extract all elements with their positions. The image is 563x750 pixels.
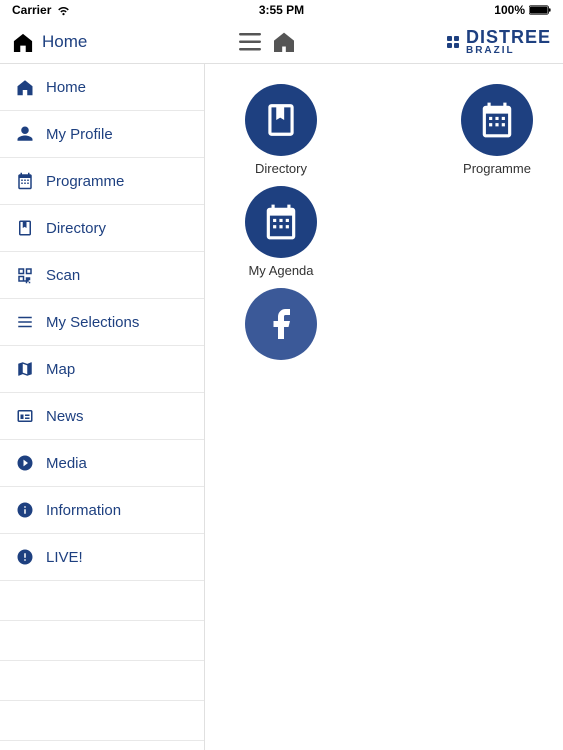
sidebar-item-my-profile[interactable]: My Profile (0, 111, 204, 158)
facebook-shortcut[interactable] (245, 288, 317, 360)
sidebar-my-selections-label: My Selections (46, 314, 139, 331)
sidebar-empty-1 (0, 581, 204, 621)
content-area: Programme Directory My Agenda (205, 64, 563, 750)
sidebar-empty-4 (0, 701, 204, 741)
sidebar-directory-label: Directory (46, 220, 106, 237)
play-circle-icon (14, 452, 36, 474)
sidebar-my-profile-label: My Profile (46, 126, 113, 143)
sidebar-item-live[interactable]: LIVE! (0, 534, 204, 581)
header: Home DISTREE BRAZIL (0, 20, 563, 64)
battery-text: 100% (494, 3, 525, 17)
status-left: Carrier (12, 3, 71, 17)
main-layout: Home My Profile Programme Directory (0, 64, 563, 750)
map-icon (14, 358, 36, 380)
my-agenda-shortcut[interactable]: My Agenda (245, 186, 317, 278)
sidebar-item-news[interactable]: News (0, 393, 204, 440)
newspaper-icon (14, 405, 36, 427)
logo-distree: DISTREE (466, 28, 551, 46)
sidebar-item-directory[interactable]: Directory (0, 205, 204, 252)
sidebar-empty-5 (0, 741, 204, 750)
programme-shortcut[interactable]: Programme (461, 84, 533, 176)
header-home-label[interactable]: Home (42, 32, 87, 52)
app-logo: DISTREE BRAZIL (447, 28, 551, 56)
directory-shortcut[interactable]: Directory (245, 84, 317, 176)
sidebar-empty-2 (0, 621, 204, 661)
directory-shortcut-label: Directory (255, 161, 307, 176)
sidebar-information-label: Information (46, 502, 121, 519)
sidebar-item-information[interactable]: Information (0, 487, 204, 534)
sidebar-scan-label: Scan (46, 267, 80, 284)
sidebar-item-map[interactable]: Map (0, 346, 204, 393)
info-circle-icon (14, 499, 36, 521)
home-icon[interactable] (12, 32, 34, 52)
battery-icon (529, 4, 551, 16)
wifi-icon (56, 4, 71, 16)
sidebar-news-label: News (46, 408, 84, 425)
directory-circle-icon (245, 84, 317, 156)
status-bar: Carrier 3:55 PM 100% (0, 0, 563, 20)
home-outline-icon[interactable] (273, 32, 295, 52)
sidebar-item-my-selections[interactable]: My Selections (0, 299, 204, 346)
calendar-icon (14, 170, 36, 192)
list-icon (14, 311, 36, 333)
qrcode-icon (14, 264, 36, 286)
facebook-circle-icon (245, 288, 317, 360)
hamburger-icon[interactable] (239, 33, 261, 51)
sidebar-empty-3 (0, 661, 204, 701)
person-icon (14, 123, 36, 145)
programme-circle-icon (461, 84, 533, 156)
exclamation-icon (14, 546, 36, 568)
sidebar-item-home[interactable]: Home (0, 64, 204, 111)
sidebar-home-label: Home (46, 79, 86, 96)
header-left: Home (12, 32, 87, 52)
header-center (239, 32, 295, 52)
my-agenda-circle-icon (245, 186, 317, 258)
programme-shortcut-label: Programme (463, 161, 531, 176)
sidebar: Home My Profile Programme Directory (0, 64, 205, 750)
sidebar-item-programme[interactable]: Programme (0, 158, 204, 205)
sidebar-programme-label: Programme (46, 173, 124, 190)
book-icon (14, 217, 36, 239)
my-agenda-shortcut-label: My Agenda (248, 263, 313, 278)
icons-column: Directory My Agenda (225, 64, 337, 380)
logo-brazil: BRAZIL (466, 46, 551, 56)
status-right: 100% (494, 3, 551, 17)
sidebar-live-label: LIVE! (46, 549, 83, 566)
sidebar-media-label: Media (46, 455, 87, 472)
house-icon (14, 76, 36, 98)
sidebar-item-scan[interactable]: Scan (0, 252, 204, 299)
status-time: 3:55 PM (259, 3, 304, 17)
sidebar-map-label: Map (46, 361, 75, 378)
sidebar-item-media[interactable]: Media (0, 440, 204, 487)
carrier-text: Carrier (12, 3, 51, 17)
